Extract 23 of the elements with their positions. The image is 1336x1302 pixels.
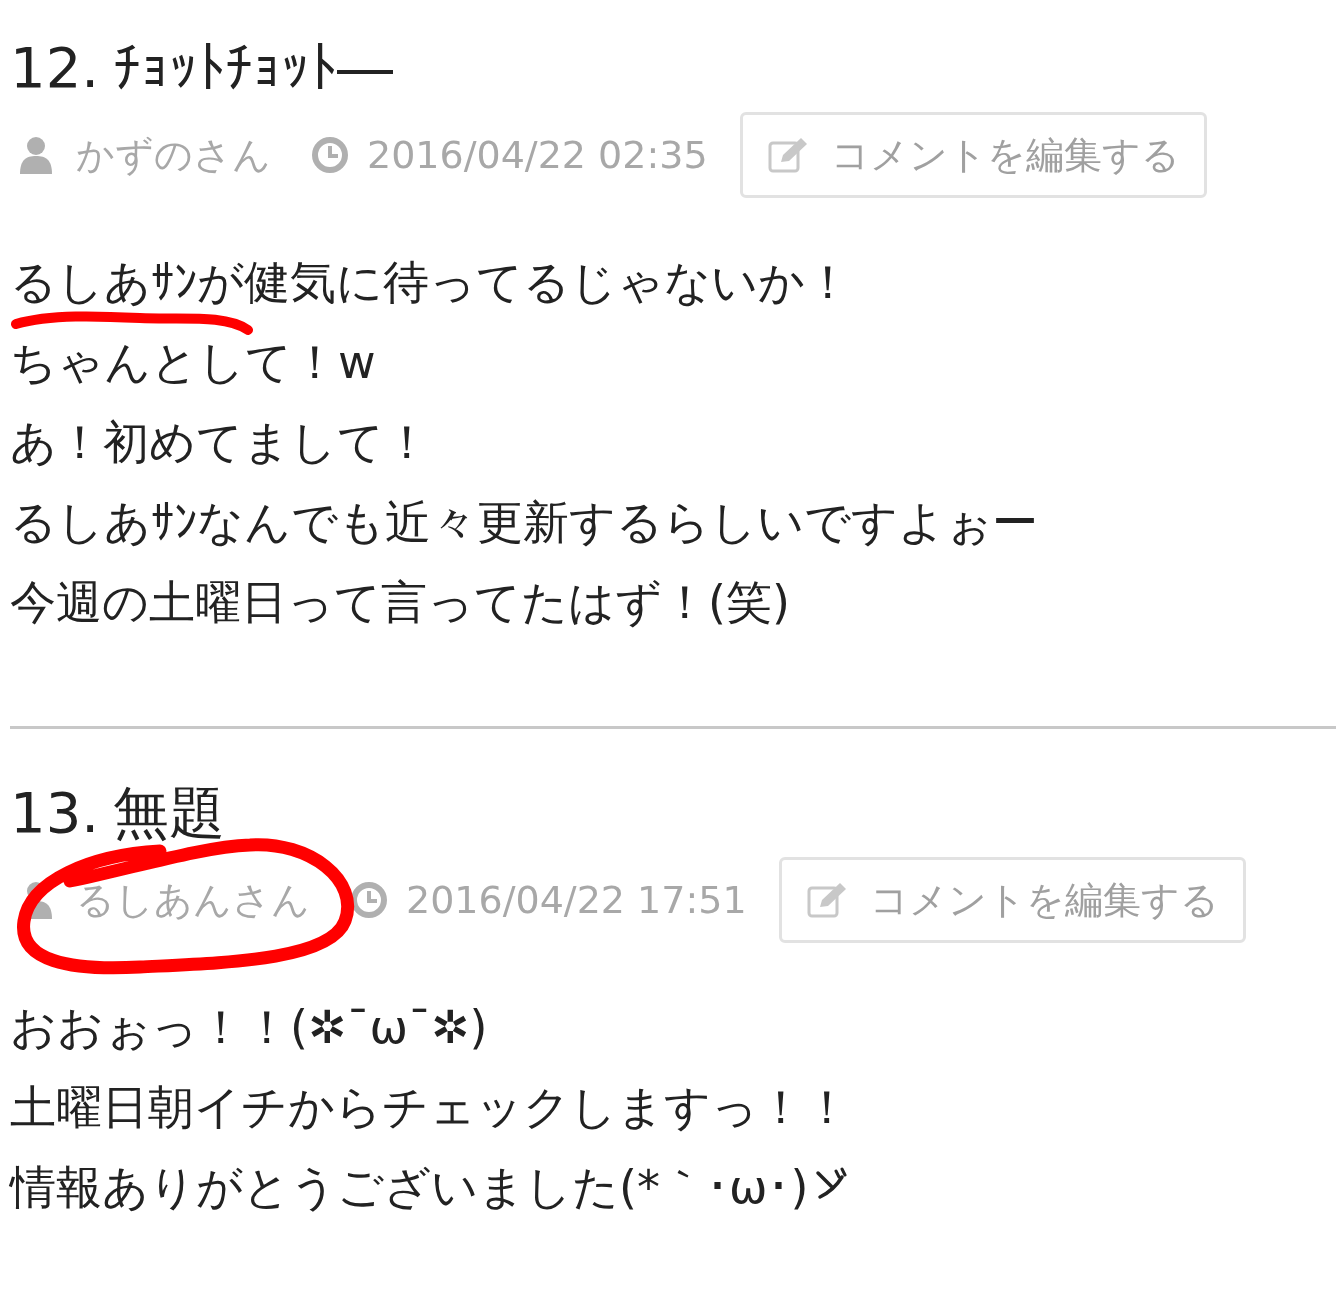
edit-comment-button[interactable]: コメントを編集する [739,112,1207,198]
clock-icon [311,136,349,174]
comment-time: 2016/04/22 02:35 [367,133,708,177]
comment-text: おおぉっ！！(✲¯ω¯✲) [10,1003,489,1051]
comment-text: ちゃんとして！w [10,338,377,386]
edit-icon [805,881,848,919]
comment-number: 12. [10,34,100,102]
clock-icon [350,881,388,919]
comment-time: 2016/04/22 17:51 [406,878,747,922]
comment-text: るしあｻﾝなんでも近々更新するらしいですよぉー [10,498,1039,546]
author-name: かずのさん [76,131,271,179]
user-icon [18,136,54,174]
comment-text: 今週の土曜日って言ってたはず！(笑) [10,578,791,626]
comment-text: あ！初めてまして！ [10,418,431,466]
author-name: るしあんさん [76,876,310,924]
comment-title: 無題 [113,779,226,847]
comment-text: るしあｻﾝが健気に待ってるじゃないか！ [10,258,852,306]
edit-comment-button[interactable]: コメントを編集する [778,857,1246,943]
comment-number: 13. [10,779,100,847]
comment-text: 情報ありがとうございました(*｀･ω･) [10,1163,809,1211]
comment-title: ﾁｮｯﾄﾁｮｯﾄ― [113,34,394,102]
comment-text: 土曜日朝イチからチェックしますっ！！ [10,1083,851,1131]
edit-icon [766,136,809,174]
